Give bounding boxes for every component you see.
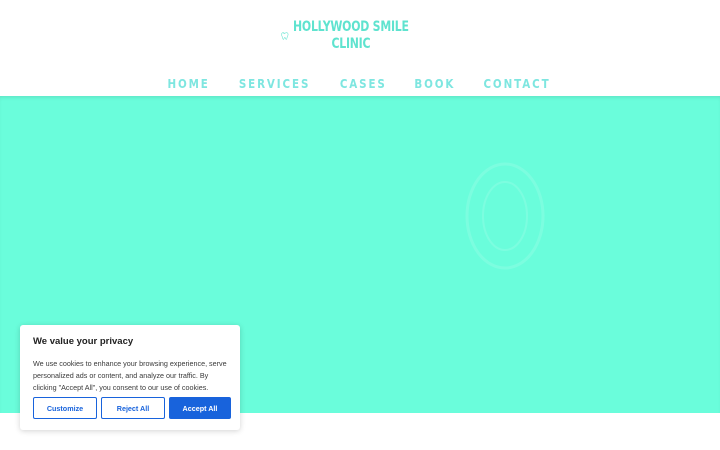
customize-button[interactable]: Customize	[33, 397, 97, 419]
cookie-button-group: Customize Reject All Accept All	[33, 397, 231, 419]
brand-line-1: HOLLYWOOD SMILE	[292, 19, 409, 35]
nav-cases[interactable]: CASES	[340, 76, 387, 92]
page: HOLLYWOOD SMILE CLINIC HOME SERVICES CAS…	[0, 0, 720, 450]
cookie-title: We value your privacy	[33, 336, 134, 347]
logo[interactable]: HOLLYWOOD SMILE CLINIC	[281, 12, 441, 60]
site-header: HOLLYWOOD SMILE CLINIC HOME SERVICES CAS…	[0, 0, 720, 96]
tooth-icon	[281, 32, 289, 40]
nav-contact[interactable]: CONTACT	[484, 76, 551, 92]
accept-all-button[interactable]: Accept All	[169, 397, 231, 419]
nav-services[interactable]: SERVICES	[239, 76, 310, 92]
hero-background-graphic	[465, 162, 545, 270]
main-nav: HOME SERVICES CASES BOOK CONTACT	[0, 76, 720, 92]
reject-all-button[interactable]: Reject All	[101, 397, 165, 419]
nav-book[interactable]: BOOK	[414, 76, 455, 92]
cookie-consent-banner: We value your privacy We use cookies to …	[20, 325, 240, 430]
cookie-description: We use cookies to enhance your browsing …	[33, 359, 227, 392]
brand-line-2: CLINIC	[331, 36, 370, 52]
brand-name: HOLLYWOOD SMILE CLINIC	[293, 19, 409, 53]
nav-home[interactable]: HOME	[167, 76, 209, 92]
